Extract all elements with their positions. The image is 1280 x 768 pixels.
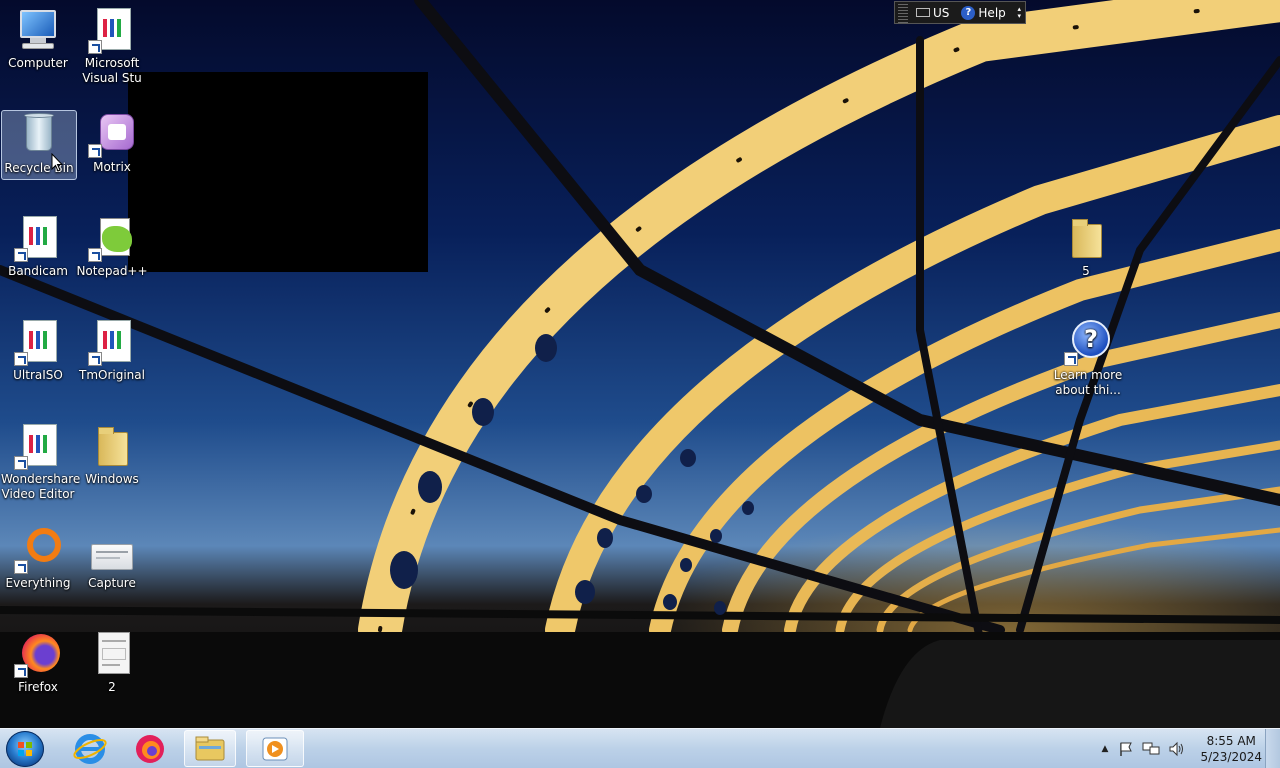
desktop[interactable]: Computer Recycle Bin Bandicam UltraISO W… [0, 0, 1280, 728]
desktop-icon-windows-folder[interactable]: Windows [75, 422, 149, 487]
action-center-flag-icon[interactable] [1118, 741, 1134, 757]
desktop-icon-label: Learn more about thi... [1053, 368, 1123, 397]
language-indicator[interactable]: US [933, 6, 949, 20]
desktop-icon-visual-studio[interactable]: Microsoft Visual Stu [75, 6, 149, 86]
help-button[interactable]: Help [978, 6, 1005, 20]
desktop-icon-2[interactable]: 2 [75, 630, 149, 695]
show-hidden-icons-icon[interactable]: ▲ [1102, 744, 1109, 754]
mouse-cursor [51, 153, 63, 172]
visual-studio-icon [88, 6, 136, 54]
firefox-icon [14, 630, 62, 678]
desktop-icon-computer[interactable]: Computer [1, 6, 75, 71]
desktop-icon-ultraiso[interactable]: UltraISO [1, 318, 75, 383]
options-arrow-icon[interactable]: ▴ ▾ [1017, 5, 1021, 20]
ultraiso-icon [14, 318, 62, 366]
taskbar-firefox[interactable] [124, 730, 176, 767]
wondershare-icon [14, 422, 62, 470]
desktop-icon-firefox[interactable]: Firefox [1, 630, 75, 695]
desktop-icon-label: 5 [1082, 264, 1090, 278]
desktop-icon-label: Windows [85, 472, 139, 486]
internet-explorer-icon [73, 734, 107, 764]
show-desktop-button[interactable] [1265, 729, 1280, 768]
desktop-icon-5-folder[interactable]: 5 [1049, 214, 1123, 279]
notepadpp-icon [88, 214, 136, 262]
system-tray: ▲ 8:55 AM 5/23/2024 [1102, 729, 1262, 768]
network-icon[interactable] [1142, 741, 1160, 757]
windows-logo-icon [18, 742, 32, 756]
recycle-bin-icon [15, 111, 63, 159]
language-bar[interactable]: US ? Help ▴ ▾ [894, 1, 1026, 24]
keyboard-icon [916, 8, 930, 17]
desktop-icon-notepadpp[interactable]: Notepad++ [75, 214, 149, 279]
desktop-icon-label: Motrix [93, 160, 131, 174]
desktop-icon-label: Computer [8, 56, 68, 70]
start-button[interactable] [6, 731, 44, 767]
desktop-icon-everything[interactable]: Everything [1, 526, 75, 591]
desktop-icon-capture[interactable]: Capture [75, 526, 149, 591]
clock[interactable]: 8:55 AM 5/23/2024 [1200, 733, 1262, 765]
desktop-icon-label: TmOriginal [79, 368, 145, 382]
media-player-icon [262, 737, 288, 761]
everything-icon [14, 526, 62, 574]
desktop-icon-wondershare[interactable]: Wondershare Video Editor [1, 422, 81, 502]
volume-icon[interactable] [1168, 741, 1186, 757]
desktop-icon-tmoriginal[interactable]: TmOriginal [75, 318, 149, 383]
desktop-icon-label: Recycle Bin [4, 161, 74, 175]
desktop-icon-bandicam[interactable]: Bandicam [1, 214, 75, 279]
taskbar-windows-explorer[interactable] [184, 730, 236, 767]
folder-icon [88, 422, 136, 470]
bandicam-icon [14, 214, 62, 262]
folder-icon [1062, 214, 1110, 262]
desktop-icon-label: Notepad++ [76, 264, 148, 278]
help-icon[interactable]: ? [961, 5, 976, 20]
desktop-icon-label: 2 [108, 680, 116, 694]
redacted-overlay [128, 72, 428, 272]
tmoriginal-icon [88, 318, 136, 366]
taskbar-media-player[interactable] [246, 730, 304, 767]
clock-date: 5/23/2024 [1200, 750, 1262, 764]
windows-explorer-icon [195, 736, 225, 761]
grip-icon[interactable] [898, 2, 908, 23]
taskbar: ▲ 8:55 AM 5/23/2024 [0, 728, 1280, 768]
desktop-icon-label: Capture [88, 576, 136, 590]
computer-icon [14, 6, 62, 54]
firefox-icon [136, 735, 164, 763]
desktop-icon-learn-more[interactable]: ? Learn more about thi... [1049, 318, 1127, 398]
desktop-icon-label: Wondershare Video Editor [1, 472, 81, 501]
capture-icon [88, 526, 136, 574]
desktop-icon-label: UltraISO [13, 368, 63, 382]
motrix-icon [88, 110, 136, 158]
desktop-icon-motrix[interactable]: Motrix [75, 110, 149, 175]
desktop-icon-label: Firefox [18, 680, 58, 694]
help-icon: ? [1064, 318, 1112, 366]
clock-time: 8:55 AM [1206, 734, 1256, 748]
desktop-icon-recycle-bin[interactable]: Recycle Bin [1, 110, 77, 180]
desktop-icon-label: Microsoft Visual Stu [82, 56, 142, 85]
desktop-icon-label: Everything [5, 576, 71, 590]
desktop-icon-label: Bandicam [8, 264, 68, 278]
taskbar-internet-explorer[interactable] [64, 730, 116, 767]
document-icon [88, 630, 136, 678]
